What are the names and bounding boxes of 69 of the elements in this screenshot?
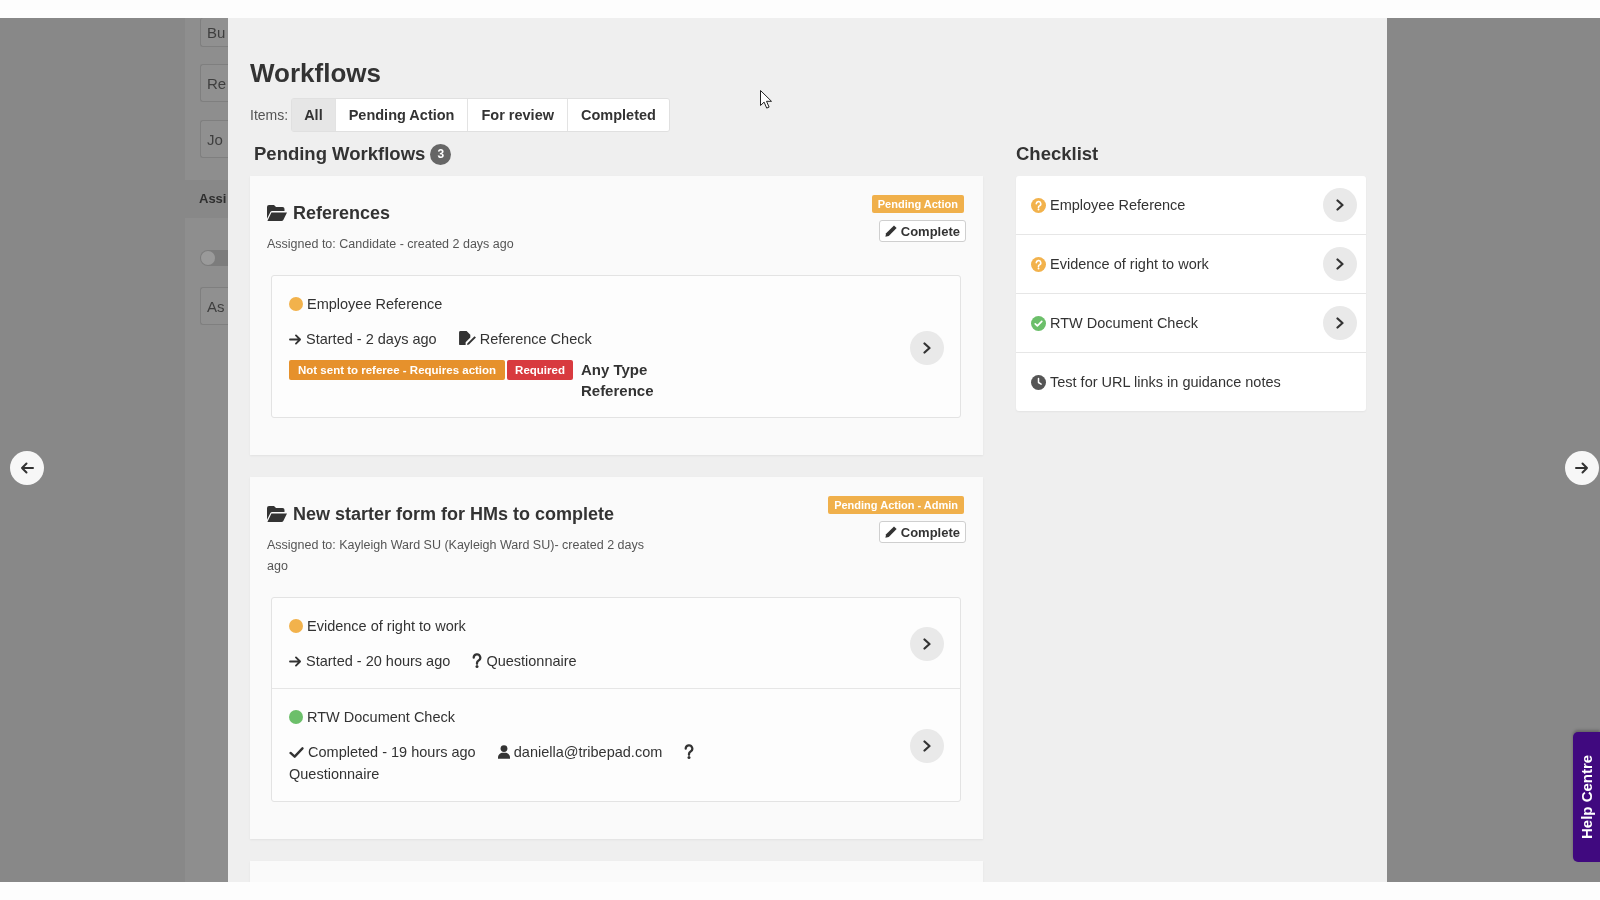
open-item-button[interactable] xyxy=(1323,188,1357,222)
workflow-title: References xyxy=(293,202,391,224)
task-name: Employee Reference xyxy=(307,295,443,314)
filter-tab[interactable]: All xyxy=(292,99,335,131)
assigned-text: Assigned to: Kayleigh Ward SU (Kayleigh Ward SU)- created 2 days ago xyxy=(267,537,645,575)
progress-text: Started - 2 days ago xyxy=(306,331,437,347)
task-name: RTW Document Check xyxy=(307,708,455,727)
background-heading: Assi xyxy=(198,190,228,208)
document-pen-icon xyxy=(458,331,476,346)
status-badge: Pending Action - Admin xyxy=(828,496,964,514)
open-item-button[interactable] xyxy=(1323,306,1357,340)
chevron-right-icon xyxy=(1336,258,1344,270)
cursor-icon xyxy=(760,90,772,109)
filter-tab[interactable]: For review xyxy=(467,99,567,131)
check-circle-icon xyxy=(1031,315,1046,331)
reference-type: Any Type Reference xyxy=(580,360,655,401)
modal-title: Workflows xyxy=(250,57,382,89)
open-task-button[interactable] xyxy=(910,330,944,365)
arrow-right-icon xyxy=(289,656,302,667)
status-badge: Pending Action xyxy=(871,195,964,213)
assignee-email: daniella@tribepad.com xyxy=(513,744,663,760)
checklist-item-label: RTW Document Check xyxy=(1050,315,1198,331)
task-type: Reference Check xyxy=(479,331,592,347)
pencil-icon xyxy=(884,526,897,538)
workflow-title: New starter form for HMs to complete xyxy=(293,503,615,525)
assigned-text: Assigned to: Candidate - created 2 days ago xyxy=(267,236,515,253)
task-type: Questionnaire xyxy=(289,766,380,782)
section-heading: Checklist xyxy=(1016,142,1100,166)
chevron-right-icon xyxy=(923,740,931,752)
toggle-switch[interactable] xyxy=(200,250,228,266)
checklist-item-label: Employee Reference xyxy=(1050,197,1186,213)
pencil-icon xyxy=(884,225,897,237)
progress-text: Started - 20 hours ago xyxy=(306,653,451,669)
checklist-item-label: Evidence of right to work xyxy=(1050,256,1209,272)
status-tag: Required xyxy=(507,360,573,380)
progress-text: Completed - 19 hours ago xyxy=(308,744,476,760)
status-tag: Not sent to referee - Requires action xyxy=(289,360,506,380)
question-circle-icon xyxy=(1031,197,1046,213)
question-icon xyxy=(472,653,483,668)
chevron-right-icon xyxy=(923,638,931,650)
open-item-button[interactable] xyxy=(1323,247,1357,281)
next-button[interactable] xyxy=(1565,451,1599,485)
question-icon xyxy=(684,744,695,759)
arrow-right-icon xyxy=(289,334,302,345)
open-task-button[interactable] xyxy=(910,729,944,763)
filter-tab[interactable]: Pending Action xyxy=(334,99,468,131)
help-centre-tab[interactable]: Help Centre xyxy=(1573,732,1600,862)
task-type: Questionnaire xyxy=(486,653,577,669)
open-task-button[interactable] xyxy=(910,627,944,661)
chevron-right-icon xyxy=(923,341,931,354)
count-badge: 3 xyxy=(430,143,452,165)
arrow-right-icon xyxy=(1575,462,1589,474)
filter-tab[interactable]: Completed xyxy=(567,99,669,131)
folder-icon xyxy=(267,205,287,221)
question-circle-icon xyxy=(1031,256,1046,272)
checklist-item-label: Test for URL links in guidance notes xyxy=(1050,374,1281,390)
complete-button[interactable]: Complete xyxy=(878,521,966,543)
task-name: Evidence of right to work xyxy=(307,617,466,636)
section-heading: Pending Workflows xyxy=(254,142,426,166)
chevron-right-icon xyxy=(1336,317,1344,329)
check-icon xyxy=(289,747,304,758)
folder-icon xyxy=(267,506,287,522)
chevron-right-icon xyxy=(1336,199,1344,211)
clock-icon xyxy=(1031,374,1046,390)
previous-button[interactable] xyxy=(10,451,44,485)
user-icon xyxy=(497,745,510,759)
filter-label: Items: xyxy=(250,107,289,123)
arrow-left-icon xyxy=(20,462,34,474)
complete-button[interactable]: Complete xyxy=(878,220,966,242)
